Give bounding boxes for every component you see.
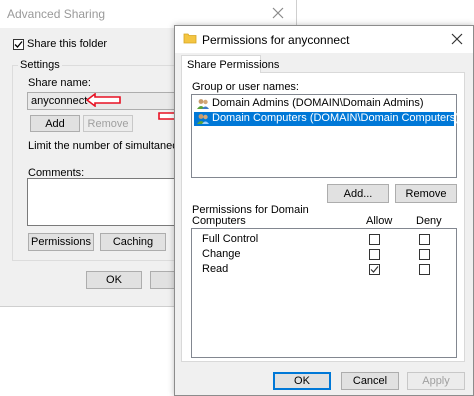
permissions-header-line2: Computers: [192, 215, 246, 227]
deny-checkbox[interactable]: [419, 234, 430, 245]
list-item[interactable]: Domain Admins (DOMAIN\Domain Admins): [194, 97, 454, 111]
share-name-value: anyconnect: [31, 95, 88, 107]
comments-field[interactable]: [27, 178, 187, 226]
close-icon[interactable]: [270, 5, 286, 21]
add-user-button[interactable]: Add...: [327, 184, 389, 203]
tab-share-permissions[interactable]: Share Permissions: [181, 55, 279, 73]
permission-row: Change: [192, 247, 456, 262]
tab-share-permissions-label: Share Permissions: [187, 59, 280, 71]
cancel-button[interactable]: Cancel: [341, 372, 399, 390]
advanced-sharing-title: Advanced Sharing: [7, 7, 106, 21]
remove-button[interactable]: Remove: [83, 115, 133, 132]
close-icon[interactable]: [449, 31, 465, 47]
deny-column-label: Deny: [416, 215, 442, 227]
permission-name: Read: [202, 263, 229, 275]
allow-checkbox[interactable]: [369, 249, 380, 260]
apply-button[interactable]: Apply: [407, 372, 465, 390]
user-name: Domain Computers (DOMAIN\Domain Computer…: [212, 112, 459, 124]
permissions-dialog: Permissions for anyconnect Share Permiss…: [174, 25, 474, 396]
permissions-table: Full Control Change Read: [191, 228, 457, 358]
allow-checkbox[interactable]: [369, 234, 380, 245]
caching-button[interactable]: Caching: [100, 233, 166, 251]
deny-checkbox[interactable]: [419, 249, 430, 260]
checkmark-icon: [370, 266, 379, 273]
advanced-ok-button[interactable]: OK: [86, 271, 142, 289]
users-icon: [196, 98, 210, 110]
permission-row: Read: [192, 262, 456, 277]
add-button[interactable]: Add: [30, 115, 80, 132]
share-folder-checkbox[interactable]: [13, 39, 24, 50]
settings-label: Settings: [18, 59, 62, 71]
permission-name: Full Control: [202, 233, 259, 245]
folder-icon: [183, 32, 197, 44]
allow-checkbox[interactable]: [369, 264, 380, 275]
list-item-selected[interactable]: Domain Computers (DOMAIN\Domain Computer…: [194, 112, 459, 126]
users-icon: [196, 113, 210, 125]
user-name: Domain Admins (DOMAIN\Domain Admins): [212, 97, 424, 109]
share-name-label: Share name:: [28, 77, 91, 89]
remove-user-button[interactable]: Remove: [395, 184, 457, 203]
users-list[interactable]: Domain Admins (DOMAIN\Domain Admins) Dom…: [191, 94, 459, 178]
permissions-title: Permissions for anyconnect: [202, 33, 350, 47]
permission-name: Change: [202, 248, 241, 260]
ok-button[interactable]: OK: [273, 372, 331, 390]
deny-checkbox[interactable]: [419, 264, 430, 275]
permission-row: Full Control: [192, 232, 456, 247]
annotation-arrow-left: [85, 92, 122, 108]
allow-column-label: Allow: [366, 215, 393, 227]
share-folder-label: Share this folder: [27, 38, 108, 50]
group-names-label: Group or user names:: [192, 81, 299, 93]
permissions-button[interactable]: Permissions: [28, 233, 94, 251]
